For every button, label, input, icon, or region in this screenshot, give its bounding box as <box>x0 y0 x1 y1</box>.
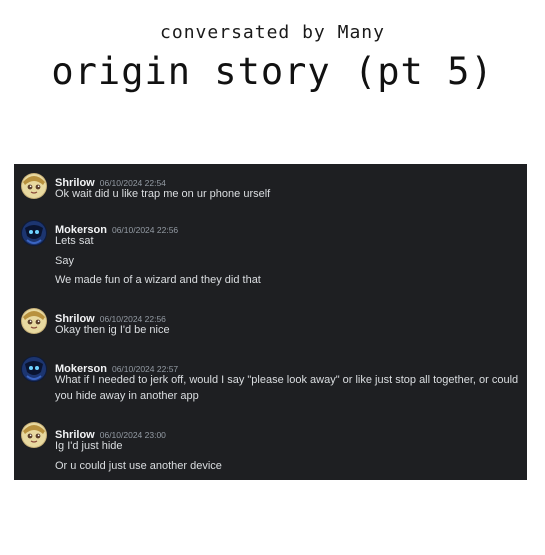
comic-title: origin story (pt 5) <box>51 50 494 93</box>
mokerson-avatar[interactable] <box>21 220 47 246</box>
message-text: Ig I'd just hide <box>55 440 123 452</box>
message-text: What if I needed to jerk off, would I sa… <box>55 374 519 402</box>
message-text: Or u could just use another device <box>55 460 222 472</box>
shrilow-avatar[interactable] <box>21 173 47 199</box>
mokerson-avatar[interactable] <box>21 356 47 382</box>
chat-log: Shrilow 06/10/2024 22:54 Ok wait did u li… <box>14 164 527 480</box>
message-text: We made fun of a wizard and they did tha… <box>55 274 261 286</box>
message-text: Lets sat <box>55 235 94 247</box>
message-text: Say <box>55 255 74 267</box>
shrilow-avatar[interactable] <box>21 422 47 448</box>
message-text: Ok wait did u like trap me on ur phone u… <box>55 188 271 200</box>
message-text: Okay then ig I'd be nice <box>55 324 170 336</box>
shrilow-avatar[interactable] <box>21 308 47 334</box>
comic-subtitle: conversated by Many <box>160 22 385 43</box>
